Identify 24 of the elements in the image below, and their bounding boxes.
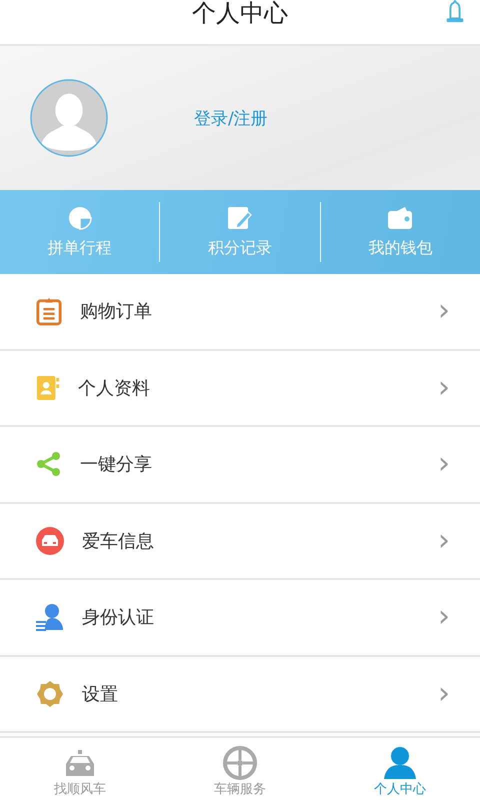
wheel-icon bbox=[223, 746, 257, 780]
page-title: 个人中心 bbox=[192, 0, 288, 26]
quick-action-button[interactable]: 我的钱包 bbox=[320, 200, 480, 264]
quick-action-button[interactable]: 拼单行程 bbox=[0, 200, 160, 264]
clipboard-icon bbox=[36, 296, 62, 326]
user-id-icon bbox=[36, 603, 64, 632]
chevron-icon: › bbox=[438, 526, 450, 556]
avatar-icon[interactable] bbox=[30, 79, 108, 157]
share-icon bbox=[36, 451, 62, 478]
chevron-icon: › bbox=[438, 678, 450, 709]
pie-chart-icon bbox=[68, 206, 92, 230]
bell-icon[interactable] bbox=[444, 0, 466, 24]
person-icon bbox=[382, 746, 418, 780]
login-link[interactable]: 登录/注册 bbox=[194, 106, 268, 130]
chevron-icon: › bbox=[438, 449, 450, 480]
chevron-icon: › bbox=[438, 602, 450, 632]
chevron-icon: › bbox=[438, 296, 450, 326]
car-icon bbox=[36, 526, 64, 555]
wallet-icon bbox=[387, 206, 414, 230]
contact-book-icon bbox=[36, 374, 60, 402]
settings-icon bbox=[36, 680, 64, 708]
chevron-icon: › bbox=[438, 372, 450, 403]
notebook-pen-icon bbox=[226, 206, 253, 230]
quick-action-button[interactable]: 积分记录 bbox=[160, 200, 320, 264]
